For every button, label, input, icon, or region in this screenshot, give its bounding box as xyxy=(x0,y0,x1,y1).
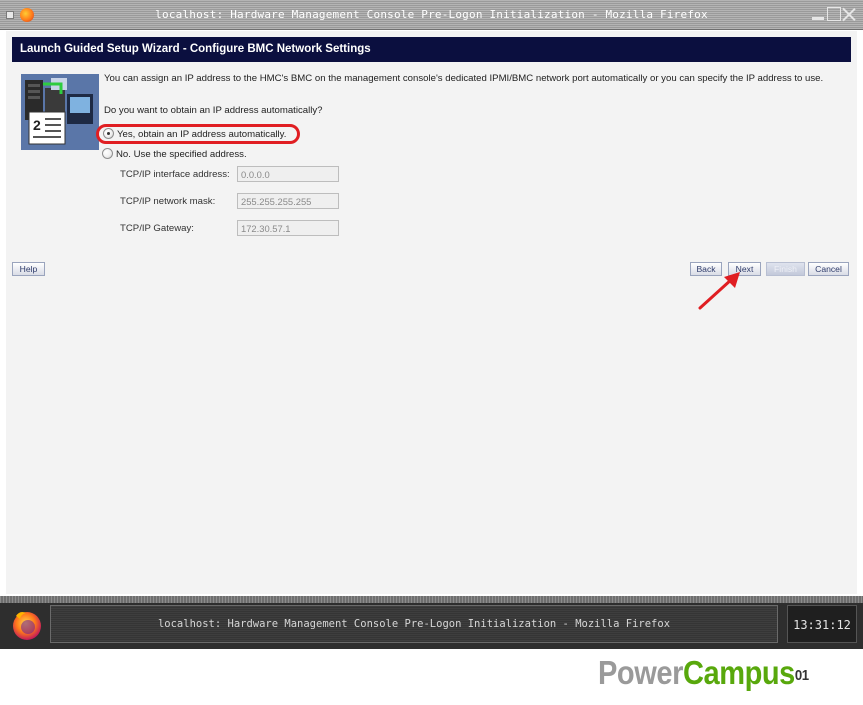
interface-address-label: TCP/IP interface address: xyxy=(120,169,230,180)
radio-specified-ip-label[interactable]: No. Use the specified address. xyxy=(116,149,247,160)
minimize-icon[interactable] xyxy=(811,7,825,21)
close-icon[interactable] xyxy=(842,7,856,21)
question-text: Do you want to obtain an IP address auto… xyxy=(104,105,323,116)
taskbar: localhost: Hardware Management Console P… xyxy=(0,596,863,649)
help-button[interactable]: Help xyxy=(12,262,45,276)
highlight-annotation xyxy=(96,124,300,144)
interface-address-input[interactable] xyxy=(237,166,339,182)
logo-part-number: 01 xyxy=(794,667,809,684)
logo-part-campus: Campus xyxy=(682,654,795,691)
window-title: localhost: Hardware Management Console P… xyxy=(155,8,708,21)
taskbar-clock: 13:31:12 xyxy=(787,605,857,643)
network-mask-label: TCP/IP network mask: xyxy=(120,196,216,207)
powercampus-logo: PowerCampus01 xyxy=(598,653,809,693)
wizard-illustration-icon: 2 xyxy=(21,74,99,150)
taskbar-window-title: localhost: Hardware Management Console P… xyxy=(157,618,671,630)
intro-text: You can assign an IP address to the HMC'… xyxy=(104,73,824,84)
network-mask-input[interactable] xyxy=(237,193,339,209)
page-title: Launch Guided Setup Wizard - Configure B… xyxy=(12,37,851,62)
wizard-content: Launch Guided Setup Wizard - Configure B… xyxy=(6,31,857,594)
svg-text:2: 2 xyxy=(33,117,41,133)
firefox-taskbar-icon[interactable] xyxy=(6,608,48,642)
maximize-icon[interactable] xyxy=(827,7,841,21)
red-arrow-icon xyxy=(698,272,740,310)
radio-specified-ip[interactable] xyxy=(102,148,113,159)
window-controls xyxy=(811,7,857,23)
window-title-bar[interactable]: localhost: Hardware Management Console P… xyxy=(0,0,863,30)
taskbar-border xyxy=(0,596,863,603)
logo-part-power: Power xyxy=(598,654,683,691)
taskbar-window-button[interactable]: localhost: Hardware Management Console P… xyxy=(50,605,778,643)
gateway-input[interactable] xyxy=(237,220,339,236)
finish-button[interactable]: Finish xyxy=(766,262,805,276)
gateway-label: TCP/IP Gateway: xyxy=(120,223,194,234)
cancel-button[interactable]: Cancel xyxy=(808,262,849,276)
